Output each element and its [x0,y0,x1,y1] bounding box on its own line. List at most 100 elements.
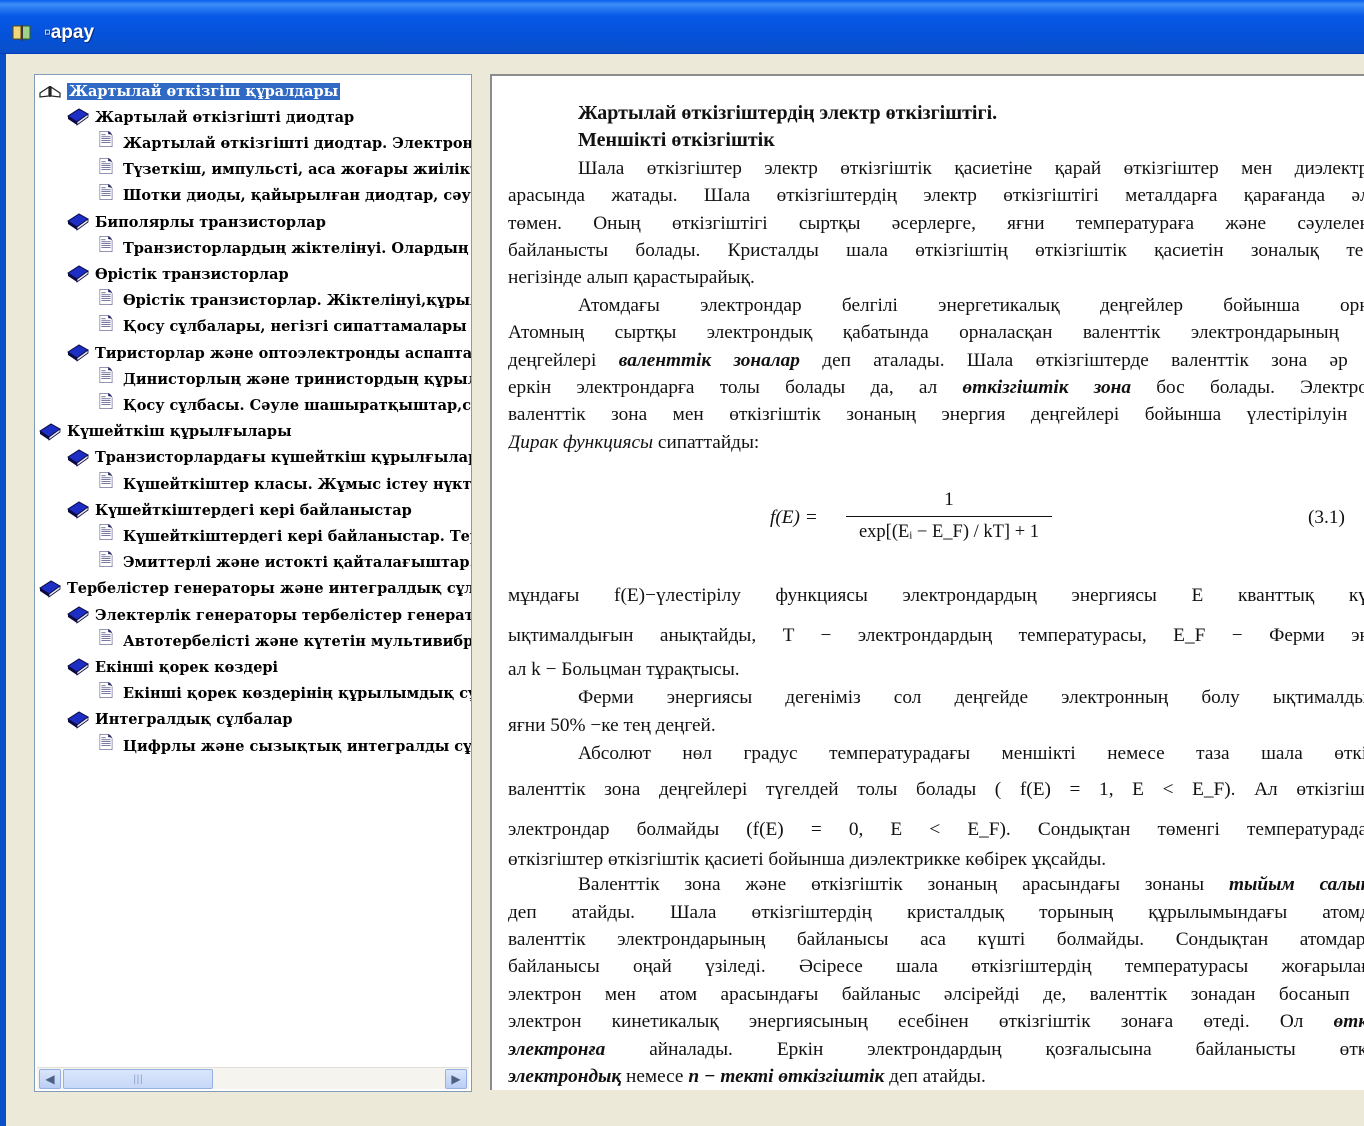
book-icon [65,604,91,626]
text-run: деңгейлері [508,349,619,371]
scroll-right-button[interactable]: ▶ [445,1069,467,1089]
formula-denominator: exp[(Eᵢ − E_F) / kT] + 1 [858,521,1040,542]
term-forbidden-zone: тыйым салынға [1229,874,1364,896]
tree-item-label: Тиристорлар және оптоэлектронды аспаптар [95,344,472,362]
book-icon [65,656,91,678]
article: Жартылай өткізгіштердің электр өткізгішт… [508,100,1364,1090]
tree-topic-item[interactable]: 🗎 Цифрлы және сызықтық интегралды сұлб [93,733,472,758]
pane-splitter[interactable] [476,74,488,1092]
tree-folder-item[interactable]: Тиристорлар және оптоэлектронды аспаптар [65,341,472,365]
document-icon: 🗎 [98,366,114,388]
tree-topic-item[interactable]: 🗎 Транзисторлардың жіктелінуі. Олардың э [93,235,471,260]
horizontal-scrollbar[interactable]: ◀ ||| ▶ [37,1067,469,1089]
tree-folder-item[interactable]: Тербелістер генераторы және интегралдық … [37,577,472,601]
formula-fraction: 1 exp[(Eᵢ − E_F) / kT] + 1 [846,486,1052,546]
tree-item-label: Жартылай өткізгішті диодтар. Электронд [123,134,472,152]
tree-topic-item[interactable]: 🗎 Эмиттерлі және истокті қайталағыштар.І [93,549,472,575]
window-frame-left [0,54,6,1126]
book-icon [65,709,91,731]
tree-folder-item[interactable]: Биполярлы транзисторлар [65,210,326,234]
text-run: электрон кинетикалық энергиясының есебін… [508,1011,1334,1033]
text-run: немесе [621,1065,689,1087]
tree-item-label: Автотербелісті және күтетін мультивибра [123,632,472,650]
text-line: деп атайды. Шала өткізгіштердің кристалд… [508,901,1364,923]
tree-topic-item[interactable]: 🗎 Түзеткіш, импульсті, аса жоғары жиілікт… [93,156,471,182]
term-electron: электронға [508,1038,606,1060]
text-run: деп аталады. Шала өткізгіштерде валентті… [799,349,1364,371]
document-icon: 🗎 [98,471,114,492]
tree-item-label: Өрістік транзисторлар. Жіктелінуі,құрылы [123,292,472,310]
text-run: Валенттік зона және өткізгіштік зонаның … [578,874,1229,896]
text-line: электронға айналады. Еркін электрондарды… [508,1036,1364,1063]
text-line: мұндағы f(E)−үлестірілу функциясы электр… [508,585,1364,607]
tree-item-label: Тербелістер генераторы және интегралдық … [67,580,472,598]
text-line: Атомдағы электрондар белгілі энергетикал… [578,294,1364,316]
text-line: Абсолют нөл градус температурадағы менші… [578,743,1364,765]
text-line: Ферми энергиясы дегеніміз сол деңгейде э… [578,687,1364,709]
tree-topic-item[interactable]: 🗎 Шотки диоды, қайырылған диодтар, сәул [93,183,472,208]
tree-folder-item[interactable]: Жартылай өткізгіш құралдары [37,79,341,103]
tree-folder-item[interactable]: Транзисторлардағы күшейткіш құрылғылар [65,446,471,470]
text-line: электрон мен атом арасындағы байланыс әл… [508,983,1364,1005]
tree-folder-item[interactable]: Электерлік генераторы тербелістер генера… [65,603,471,627]
text-line: Дирак функциясы сипаттайды: [508,429,1364,456]
tree-item-label: Қосу сұлбалары, негізгі сипаттамалары ж [123,318,472,336]
tree-item-label: Динисторлың және тринистордың құрылы [123,370,472,388]
tree-folder-item[interactable]: Күшейткіш құрылғылары [37,420,292,444]
tree-topic-item[interactable]: 🗎 Қосу сұлбалары, негізгі сипаттамалары ж [93,313,472,339]
tree-item-label: Эмиттерлі және истокті қайталағыштар.І [123,554,472,572]
tree-item-label: Цифрлы және сызықтық интегралды сұлб [123,737,472,755]
tree-item-label: Биполярлы транзисторлар [95,213,326,231]
tree-folder-item[interactable]: Өрістік транзисторлар [65,262,289,286]
tree-topic-item[interactable]: 🗎 Қосу сұлбасы. Сәуле шашыратқыштар,сәу [93,392,471,417]
document-icon: 🗎 [98,549,114,571]
text-run: деп атайды. [884,1065,986,1087]
tree-item-label: Екінші қорек көздерінің құрылымдық сұл [123,685,472,703]
app-book-icon [12,24,32,42]
formula-lhs: f(E) = [770,507,818,529]
text-line: валенттік зона мен өткізгіштік зонаның э… [508,404,1364,426]
tree-folder-item[interactable]: Екінші қорек көздері [65,655,278,679]
tree-item-label: Интегралдық сұлбалар [95,711,293,729]
text-line: өткізгіштер өткізгіштік қасиеті бойынша … [508,849,1107,871]
text-line: яғни 50% −ке тең деңгей. [508,714,716,736]
text-line: Атомның сыртқы электрондық қабатында орн… [508,322,1364,344]
text-line: деңгейлері валенттік зоналар деп аталады… [508,347,1364,374]
document-icon: 🗎 [98,313,114,335]
paragraph-2: Атомдағы электрондар белгілі энергетикал… [508,292,1364,456]
tree-topic-item[interactable]: 🗎 Екінші қорек көздерінің құрылымдық сұл [93,681,472,706]
text-line: электрон кинетикалық энергиясының есебін… [508,1008,1364,1035]
scroll-thumb[interactable]: ||| [63,1069,213,1089]
scroll-left-button[interactable]: ◀ [39,1069,61,1089]
content-view[interactable]: Жартылай өткізгіштердің электр өткізгішт… [490,74,1364,1090]
article-subtitle: Меншікті өткізгіштік [578,129,775,152]
term-dirac-function: Дирак функциясы [508,431,654,453]
tree-item-label: Шотки диоды, қайырылған диодтар, сәул [123,187,472,205]
tree-item-label: Жартылай өткізгішті диодтар [95,108,355,126]
tree-folder-item[interactable]: Күшейткіштердегі кері байланыстар [65,498,412,522]
tree-topic-item[interactable]: 🗎 Автотербелісті және күтетін мультивибра [93,628,472,653]
text-line: электрондық немесе n − текті өткізгіштік… [508,1063,1364,1090]
text-line: ал k − Больцман тұрақтысы. [508,659,740,681]
title-bar[interactable]: ▫арау [0,0,1364,54]
tree-folder-item[interactable]: Интегралдық сұлбалар [65,708,293,732]
book-icon [65,342,91,364]
paragraph-1: Шала өткізгіштер электр өткізгіштік қаси… [508,155,1364,292]
text-run: сипаттайды: [653,431,760,453]
term-electronic: электрондық [508,1065,622,1087]
text-line: валенттік электрондарының байланысы аса … [508,928,1364,950]
contents-tree[interactable]: Жартылай өткізгіш құралдары Жартылай өткі… [34,74,472,1092]
paragraph-6: Валенттік зона және өткізгіштік зонаның … [508,871,1364,1090]
book-icon [65,263,91,285]
formula-numerator: 1 [944,489,954,511]
tree-topic-item[interactable]: 🗎 Динисторлың және тринистордың құрылы [93,366,472,391]
term-conduction: өткізг [1333,1011,1364,1033]
document-icon: 🗎 [98,733,114,754]
document-icon: 🗎 [98,156,114,178]
tree-topic-item[interactable]: 🗎 Жартылай өткізгішті диодтар. Электронд [93,130,472,155]
tree-topic-item[interactable]: 🗎 Өрістік транзисторлар. Жіктелінуі,құрыл… [93,288,472,313]
tree-topic-item[interactable]: 🗎 Күшейткіштер класы. Жұмыс істеу нүктес [93,471,471,496]
tree-topic-item[interactable]: 🗎 Күшейткіштердегі кері байланыстар. Тері [93,523,471,548]
book-icon [65,211,91,233]
tree-folder-item[interactable]: Жартылай өткізгішті диодтар [65,105,354,129]
